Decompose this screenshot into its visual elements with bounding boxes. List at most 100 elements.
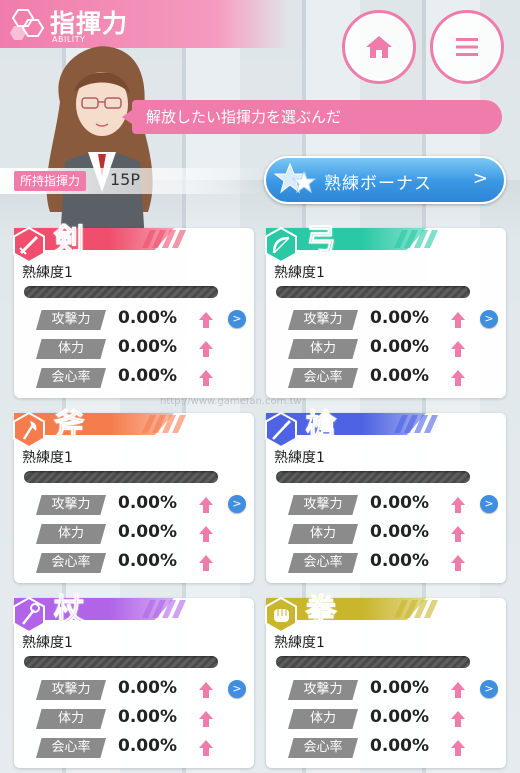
proficiency-bar xyxy=(276,471,470,483)
home-icon xyxy=(366,36,392,58)
points-value: 15P xyxy=(110,170,141,189)
stat-label: 攻撃力 xyxy=(288,495,358,515)
stat-row: 体力 0.00% xyxy=(288,337,468,361)
proficiency-label: 熟練度1 xyxy=(22,635,73,651)
header-bar: 指揮力 ABILITY xyxy=(0,0,290,48)
stat-value: 0.00% xyxy=(118,337,177,357)
chevron-right-icon[interactable]: > xyxy=(228,310,246,328)
proficiency-label: 熟練度1 xyxy=(22,450,73,466)
speech-banner: 解放したい指揮力を選ぶんだ xyxy=(122,100,502,134)
bow-icon xyxy=(265,226,297,264)
weapon-card-axe[interactable]: 斧熟練度1 攻撃力 0.00% 体力 0.00% 会心率 0.00% > xyxy=(13,408,254,583)
stat-label: 攻撃力 xyxy=(288,310,358,330)
arrow-up-icon xyxy=(199,497,213,513)
weapon-card-fist[interactable]: 拳熟練度1 攻撃力 0.00% 体力 0.00% 会心率 0.00% > xyxy=(265,593,506,768)
stat-label: 体力 xyxy=(288,339,358,359)
stat-label: 会心率 xyxy=(288,368,358,388)
weapon-card-sword[interactable]: 剣熟練度1 攻撃力 0.00% 体力 0.00% 会心率 0.00% > xyxy=(13,223,254,398)
stat-label: 会心率 xyxy=(288,553,358,573)
stat-value: 0.00% xyxy=(370,522,429,542)
arrow-up-icon xyxy=(199,312,213,328)
decorative-stripes xyxy=(394,230,438,248)
fist-icon xyxy=(265,596,297,634)
stat-value: 0.00% xyxy=(118,522,177,542)
stat-row: 会心率 0.00% xyxy=(288,736,468,760)
stat-value: 0.00% xyxy=(370,678,429,698)
weapon-name: 杖 xyxy=(54,593,85,628)
proficiency-bonus-button[interactable]: 熟練ボーナス > xyxy=(264,156,506,204)
stat-value: 0.00% xyxy=(370,493,429,513)
home-button[interactable] xyxy=(342,10,416,84)
arrow-up-icon xyxy=(451,526,465,542)
stat-label: 体力 xyxy=(36,709,106,729)
arrow-up-icon xyxy=(199,682,213,698)
proficiency-bar xyxy=(24,286,218,298)
stat-row: 会心率 0.00% xyxy=(288,366,468,390)
stat-row: 攻撃力 0.00% xyxy=(36,493,216,517)
weapon-card-staff[interactable]: 杖熟練度1 攻撃力 0.00% 体力 0.00% 会心率 0.00% > xyxy=(13,593,254,768)
stat-row: 体力 0.00% xyxy=(36,337,216,361)
proficiency-label: 熟練度1 xyxy=(274,450,325,466)
chevron-right-icon[interactable]: > xyxy=(228,680,246,698)
stat-label: 会心率 xyxy=(36,368,106,388)
chevron-right-icon[interactable]: > xyxy=(480,495,498,513)
stat-row: 体力 0.00% xyxy=(36,707,216,731)
stat-value: 0.00% xyxy=(118,493,177,513)
stat-row: 体力 0.00% xyxy=(288,522,468,546)
stat-row: 体力 0.00% xyxy=(36,522,216,546)
stat-label: 体力 xyxy=(36,524,106,544)
weapon-name: 弓 xyxy=(306,223,337,258)
stat-row: 体力 0.00% xyxy=(288,707,468,731)
arrow-up-icon xyxy=(451,370,465,386)
stat-label: 体力 xyxy=(288,524,358,544)
stat-value: 0.00% xyxy=(118,707,177,727)
proficiency-bar xyxy=(24,471,218,483)
proficiency-bar xyxy=(276,286,470,298)
stat-label: 会心率 xyxy=(36,738,106,758)
stat-value: 0.00% xyxy=(370,551,429,571)
stat-row: 攻撃力 0.00% xyxy=(288,678,468,702)
proficiency-label: 熟練度1 xyxy=(22,265,73,281)
bonus-button-label: 熟練ボーナス xyxy=(324,174,432,194)
stat-value: 0.00% xyxy=(118,308,177,328)
stat-label: 体力 xyxy=(36,339,106,359)
stat-value: 0.00% xyxy=(370,736,429,756)
stat-value: 0.00% xyxy=(370,337,429,357)
stat-label: 攻撃力 xyxy=(36,680,106,700)
stat-row: 攻撃力 0.00% xyxy=(36,308,216,332)
arrow-up-icon xyxy=(451,711,465,727)
arrow-up-icon xyxy=(451,740,465,756)
weapon-card-header: 弓 xyxy=(265,223,456,264)
stat-value: 0.00% xyxy=(118,736,177,756)
weapon-card-spear[interactable]: 槍熟練度1 攻撃力 0.00% 体力 0.00% 会心率 0.00% > xyxy=(265,408,506,583)
decorative-stripes xyxy=(142,230,186,248)
stat-row: 会心率 0.00% xyxy=(288,551,468,575)
hexagon-logo-icon xyxy=(10,9,45,40)
stat-row: 攻撃力 0.00% xyxy=(36,678,216,702)
stat-value: 0.00% xyxy=(370,308,429,328)
sword-icon xyxy=(13,226,45,264)
stat-value: 0.00% xyxy=(118,678,177,698)
proficiency-bar xyxy=(24,656,218,668)
stat-value: 0.00% xyxy=(370,366,429,386)
arrow-up-icon xyxy=(451,682,465,698)
chevron-right-icon[interactable]: > xyxy=(480,680,498,698)
stat-label: 攻撃力 xyxy=(36,310,106,330)
stat-label: 体力 xyxy=(288,709,358,729)
stat-value: 0.00% xyxy=(118,551,177,571)
chevron-right-icon[interactable]: > xyxy=(480,310,498,328)
chevron-right-icon[interactable]: > xyxy=(228,495,246,513)
arrow-up-icon xyxy=(199,526,213,542)
staff-icon xyxy=(13,596,45,634)
stat-row: 攻撃力 0.00% xyxy=(288,493,468,517)
weapon-card-header: 杖 xyxy=(13,593,204,634)
stat-label: 攻撃力 xyxy=(288,680,358,700)
proficiency-label: 熟練度1 xyxy=(274,265,325,281)
arrow-up-icon xyxy=(451,555,465,571)
spear-icon xyxy=(265,411,297,449)
weapon-card-bow[interactable]: 弓熟練度1 攻撃力 0.00% 体力 0.00% 会心率 0.00% > xyxy=(265,223,506,398)
weapon-card-header: 槍 xyxy=(265,408,456,449)
stat-label: 会心率 xyxy=(36,553,106,573)
menu-button[interactable] xyxy=(430,10,504,84)
stat-label: 攻撃力 xyxy=(36,495,106,515)
